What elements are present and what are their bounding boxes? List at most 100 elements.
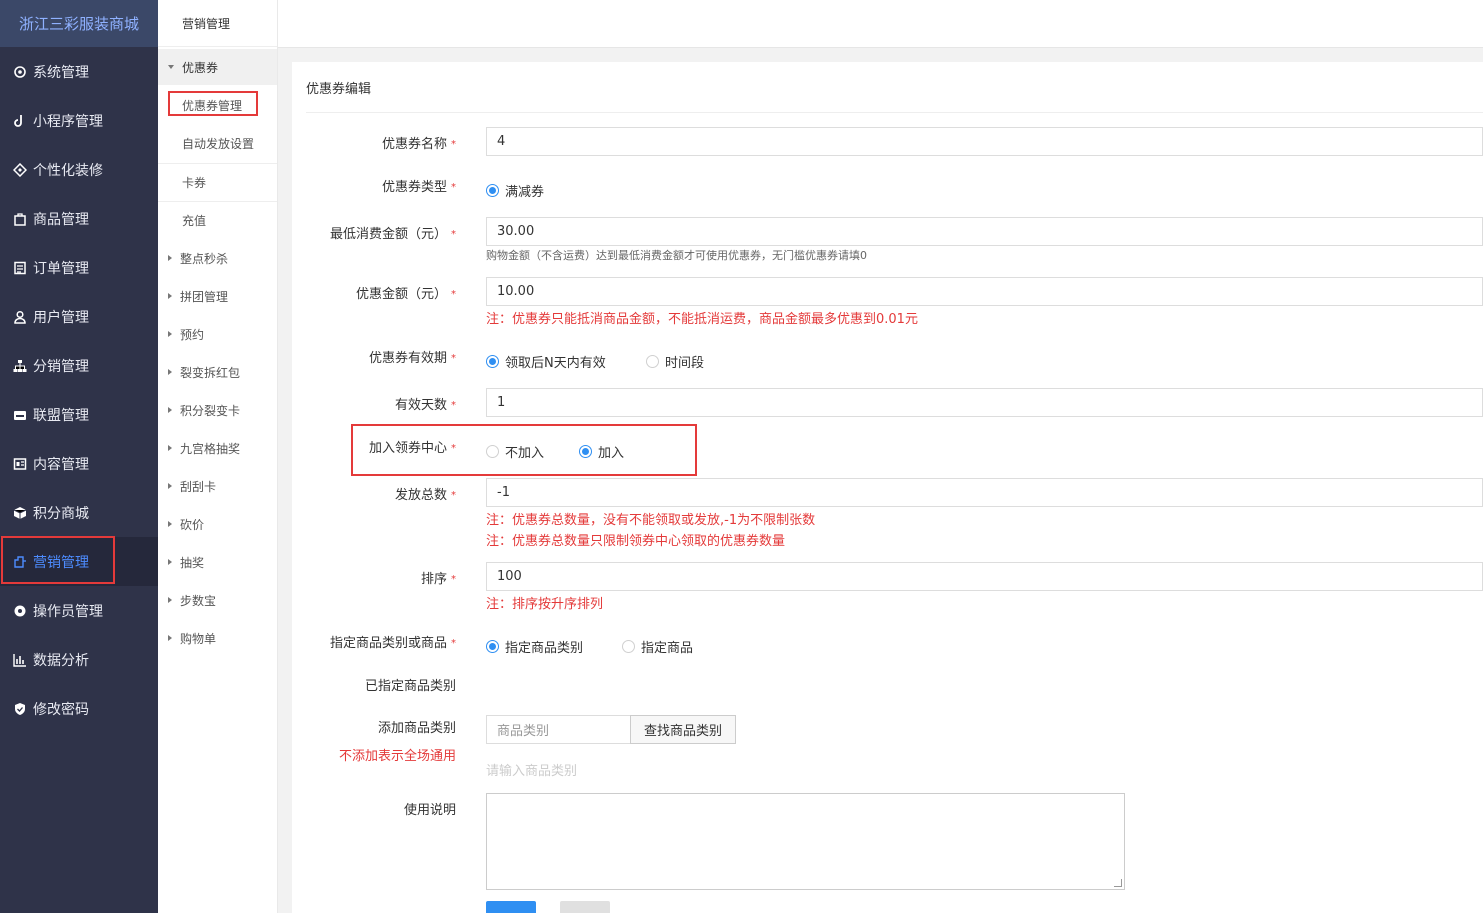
chevron-right-icon bbox=[168, 445, 172, 451]
cube-icon bbox=[12, 505, 27, 520]
assigned-category-label: 已指定商品类别 bbox=[364, 679, 456, 694]
sidebar-item-0[interactable]: 系统管理 bbox=[0, 47, 158, 96]
sidebar-item-11[interactable]: 操作员管理 bbox=[0, 586, 158, 635]
days-input[interactable]: 1 bbox=[486, 388, 1483, 417]
scope-radio-product[interactable]: 指定商品 bbox=[622, 637, 693, 656]
days-label: 有效天数 * bbox=[394, 398, 456, 413]
radio-checked-icon bbox=[486, 184, 499, 197]
sort-label: 排序 * bbox=[420, 572, 456, 587]
total-warning-2: 注：优惠券总数量只限制领券中心领取的优惠券数量 bbox=[486, 534, 786, 549]
submenu-title: 营销管理 bbox=[158, 0, 277, 47]
submenu-group-coupon[interactable]: 优惠券 bbox=[158, 49, 277, 85]
sidebar-item-8[interactable]: 内容管理 bbox=[0, 439, 158, 488]
sidebar-item-5[interactable]: 用户管理 bbox=[0, 292, 158, 341]
min-amount-tip: 购物金额（不含运费）达到最低消费金额才可使用优惠券，无门槛优惠券请填0 bbox=[486, 249, 867, 262]
submenu-item-label: 卡券 bbox=[182, 176, 207, 190]
submenu-item-label: 自动发放设置 bbox=[182, 136, 255, 151]
sidebar-item-7[interactable]: 联盟管理 bbox=[0, 390, 158, 439]
sitemap-icon bbox=[12, 358, 27, 373]
user-icon bbox=[12, 309, 27, 324]
submenu-item-label: 砍价 bbox=[180, 517, 205, 532]
divider bbox=[306, 112, 1483, 113]
chevron-right-icon bbox=[168, 521, 172, 527]
save-button[interactable] bbox=[486, 901, 536, 913]
submenu-item-collapsed[interactable]: 积分裂变卡 bbox=[158, 391, 277, 429]
radio-unchecked-icon bbox=[486, 445, 499, 458]
sidebar-item-4[interactable]: 订单管理 bbox=[0, 243, 158, 292]
sidebar-item-label: 操作员管理 bbox=[33, 603, 103, 620]
submenu-item-label: 九宫格抽奖 bbox=[180, 441, 241, 456]
radio-unchecked-icon bbox=[622, 640, 635, 653]
description-label: 使用说明 bbox=[403, 803, 456, 818]
sidebar-item-label: 分销管理 bbox=[33, 358, 89, 375]
sidebar-item-13[interactable]: 修改密码 bbox=[0, 684, 158, 733]
sidebar-item-6[interactable]: 分销管理 bbox=[0, 341, 158, 390]
submenu-item-collapsed[interactable]: 步数宝 bbox=[158, 581, 277, 619]
resize-handle-icon[interactable] bbox=[1114, 879, 1122, 887]
scope-label: 指定商品类别或商品 * bbox=[329, 636, 456, 651]
coupon-center-radio-yes[interactable]: 加入 bbox=[579, 442, 624, 461]
sidebar-item-label: 积分商城 bbox=[33, 505, 89, 522]
panel-title: 优惠券编辑 bbox=[306, 82, 372, 97]
coupon-type-label: 优惠券类型 * bbox=[381, 180, 456, 195]
total-input[interactable]: -1 bbox=[486, 478, 1483, 507]
submenu-item-label: 拼团管理 bbox=[180, 289, 229, 304]
add-category-label: 添加商品类别 bbox=[377, 721, 456, 736]
submenu-item-collapsed[interactable]: 整点秒杀 bbox=[158, 239, 277, 277]
description-textarea[interactable] bbox=[486, 793, 1125, 890]
sidebar-item-2[interactable]: 个性化装修 bbox=[0, 145, 158, 194]
submenu-item-label: 裂变拆红包 bbox=[180, 365, 241, 380]
gear-icon bbox=[12, 64, 27, 79]
submenu-item-collapsed[interactable]: 拼团管理 bbox=[158, 277, 277, 315]
discount-input[interactable]: 10.00 bbox=[486, 277, 1483, 306]
radio-checked-icon bbox=[579, 445, 592, 458]
coupon-type-radio-full-reduction[interactable]: 满减券 bbox=[486, 181, 544, 200]
coupon-center-radio-no[interactable]: 不加入 bbox=[486, 442, 544, 461]
sidebar-item-label: 商品管理 bbox=[33, 211, 89, 228]
chevron-right-icon bbox=[168, 293, 172, 299]
content-icon bbox=[12, 456, 27, 471]
submenu-item-label: 刮刮卡 bbox=[180, 479, 217, 494]
submenu-item-collapsed[interactable]: 抽奖 bbox=[158, 543, 277, 581]
sidebar-item-3[interactable]: 商品管理 bbox=[0, 194, 158, 243]
sidebar-item-9[interactable]: 积分商城 bbox=[0, 488, 158, 537]
submenu-item-plain[interactable]: 卡券 bbox=[158, 163, 277, 201]
scope-radio-category[interactable]: 指定商品类别 bbox=[486, 637, 583, 656]
submenu-item-collapsed[interactable]: 购物单 bbox=[158, 619, 277, 657]
list-icon bbox=[12, 260, 27, 275]
highlight-marketing bbox=[1, 536, 115, 584]
radio-unchecked-icon bbox=[646, 355, 659, 368]
submenu-item-collapsed[interactable]: 砍价 bbox=[158, 505, 277, 543]
add-category-note: 不添加表示全场通用 bbox=[338, 749, 456, 764]
sort-input[interactable]: 100 bbox=[486, 562, 1483, 591]
palette-icon bbox=[12, 162, 27, 177]
submenu-item-plain[interactable]: 充值 bbox=[158, 201, 277, 239]
submenu-item-collapsed[interactable]: 预约 bbox=[158, 315, 277, 353]
validity-radio-period[interactable]: 时间段 bbox=[646, 352, 704, 371]
chevron-right-icon bbox=[168, 635, 172, 641]
submenu-item-auto-issue[interactable]: 自动发放设置 bbox=[158, 124, 277, 162]
category-hint: 请输入商品类别 bbox=[486, 764, 578, 779]
store-icon bbox=[12, 407, 27, 422]
sidebar-item-1[interactable]: 小程序管理 bbox=[0, 96, 158, 145]
find-category-button[interactable]: 查找商品类别 bbox=[630, 715, 736, 744]
sidebar-item-label: 用户管理 bbox=[33, 309, 89, 326]
brand-title[interactable]: 浙江三彩服装商城 bbox=[0, 0, 158, 47]
sidebar-item-label: 内容管理 bbox=[33, 456, 89, 473]
validity-label: 优惠券有效期 * bbox=[368, 351, 456, 366]
submenu-item-collapsed[interactable]: 刮刮卡 bbox=[158, 467, 277, 505]
validity-radio-days[interactable]: 领取后N天内有效 bbox=[486, 352, 606, 371]
shield-icon bbox=[12, 701, 27, 716]
category-search-input[interactable]: 商品类别 bbox=[486, 715, 631, 744]
submenu-item-collapsed[interactable]: 裂变拆红包 bbox=[158, 353, 277, 391]
chevron-right-icon bbox=[168, 255, 172, 261]
submenu-group-label: 优惠券 bbox=[182, 60, 219, 75]
back-button[interactable] bbox=[560, 901, 610, 913]
coupon-name-input[interactable]: 4 bbox=[486, 127, 1483, 156]
sidebar-item-label: 修改密码 bbox=[33, 701, 89, 718]
submenu-item-collapsed[interactable]: 九宫格抽奖 bbox=[158, 429, 277, 467]
submenu-item-label: 充值 bbox=[182, 214, 207, 228]
chevron-right-icon bbox=[168, 483, 172, 489]
sidebar-item-12[interactable]: 数据分析 bbox=[0, 635, 158, 684]
min-amount-input[interactable]: 30.00 bbox=[486, 217, 1483, 246]
